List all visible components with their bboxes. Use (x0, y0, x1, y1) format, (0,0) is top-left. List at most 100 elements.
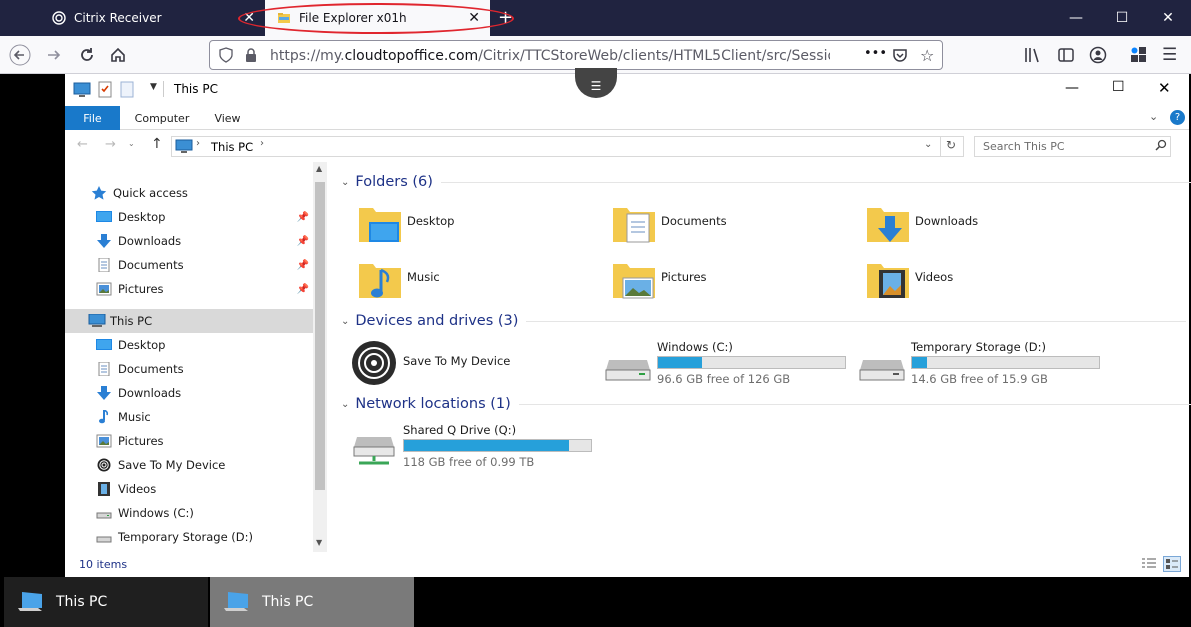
pin-icon[interactable]: 📌 (297, 236, 309, 247)
recent-locations-icon[interactable]: ⌄ (128, 139, 135, 148)
more-actions-icon[interactable]: ••• (864, 46, 887, 61)
menu-icon[interactable]: ☰ (1162, 45, 1177, 65)
sidebar-item-save-to-my-device[interactable]: Save To My Device (65, 453, 313, 477)
session-toolbar-handle[interactable]: ☰ (575, 68, 617, 98)
tab-file[interactable]: File (65, 106, 120, 130)
tiles-view-icon[interactable] (1163, 556, 1181, 572)
tab-computer[interactable]: Computer (127, 106, 197, 130)
shield-icon[interactable] (218, 47, 234, 67)
sidebar-item-pc-desktop[interactable]: Desktop (65, 333, 313, 357)
maximize-icon[interactable]: ☐ (1099, 0, 1145, 36)
folder-music[interactable]: Music (357, 256, 597, 302)
folder-pictures[interactable]: Pictures (611, 256, 851, 302)
sidebar-item-temporary-storage-d[interactable]: Temporary Storage (D:) (65, 525, 313, 549)
sidebar-icon[interactable] (1057, 46, 1075, 68)
close-icon[interactable]: ✕ (468, 10, 480, 26)
address-bar[interactable]: › This PC › ⌄ ↻ (171, 136, 964, 157)
sidebar-item-pc-downloads[interactable]: Downloads (65, 381, 313, 405)
reload-icon[interactable] (73, 42, 101, 68)
maximize-icon[interactable]: ☐ (1112, 79, 1125, 95)
folder-label: Pictures (661, 270, 707, 284)
library-icon[interactable] (1024, 46, 1042, 68)
sidebar-item-pc-videos[interactable]: Videos (65, 477, 313, 501)
chevron-down-icon[interactable]: ⌄ (924, 139, 932, 150)
scroll-up-icon[interactable]: ▲ (316, 164, 322, 173)
search-input[interactable]: Search This PC (974, 136, 1171, 157)
music-note-icon (96, 409, 112, 424)
back-icon[interactable] (6, 42, 34, 68)
forward-icon[interactable] (40, 42, 68, 68)
breadcrumb[interactable]: This PC (211, 140, 253, 154)
scroll-thumb[interactable] (315, 182, 325, 490)
group-folders-header[interactable]: ⌄ Folders (6) (341, 174, 1191, 190)
lock-icon[interactable] (244, 47, 258, 67)
computer-icon (16, 590, 44, 614)
pin-icon[interactable]: 📌 (297, 284, 309, 295)
tab-citrix-receiver[interactable]: Citrix Receiver ✕ (40, 0, 265, 36)
sidebar-scrollbar[interactable]: ▲ ▼ (313, 162, 327, 552)
sidebar-item-pc-pictures[interactable]: Pictures (65, 429, 313, 453)
details-view-icon[interactable] (1141, 557, 1157, 574)
minimize-icon[interactable]: — (1065, 80, 1079, 96)
sidebar-item-desktop[interactable]: Desktop 📌 (65, 205, 313, 229)
sidebar-item-downloads[interactable]: Downloads 📌 (65, 229, 313, 253)
title-divider (163, 81, 164, 97)
properties-icon[interactable] (97, 80, 113, 102)
pin-icon[interactable]: 📌 (297, 260, 309, 271)
new-tab-icon[interactable]: + (498, 7, 513, 28)
pin-icon[interactable]: 📌 (297, 212, 309, 223)
account-icon[interactable] (1089, 46, 1107, 68)
tab-view[interactable]: View (205, 106, 250, 130)
bookmark-star-icon[interactable]: ☆ (920, 46, 934, 65)
sidebar-item-pictures[interactable]: Pictures 📌 (65, 277, 313, 301)
chevron-right-icon[interactable]: › (260, 138, 264, 149)
device-label: Save To My Device (403, 354, 511, 368)
group-divider (526, 320, 1187, 322)
taskbar-item-this-pc-active[interactable]: This PC (210, 577, 414, 627)
forward-icon[interactable]: → (105, 137, 116, 152)
file-explorer-window: ▼ This PC ☰ — ☐ ✕ File Computer View ⌄ ?… (65, 68, 1191, 577)
scroll-down-icon[interactable]: ▼ (316, 538, 322, 547)
sidebar-item-label: Documents (118, 258, 184, 272)
sidebar-item-pc-documents[interactable]: Documents (65, 357, 313, 381)
chevron-right-icon: › (196, 138, 200, 149)
network-drive-icon (351, 433, 397, 470)
refresh-icon[interactable]: ↻ (946, 138, 956, 152)
folder-videos[interactable]: Videos (865, 256, 1105, 302)
folder-label: Desktop (407, 214, 455, 228)
pocket-icon[interactable] (892, 47, 908, 67)
drive-windows-c[interactable]: Windows (C:) 96.6 GB free of 126 GB (605, 340, 865, 390)
search-icon[interactable] (1155, 139, 1167, 154)
drive-shared-q[interactable]: Shared Q Drive (Q:) 118 GB free of 0.99 … (351, 423, 611, 473)
taskbar-item-this-pc[interactable]: This PC (4, 577, 208, 627)
folder-downloads[interactable]: Downloads (865, 200, 1105, 246)
url-bar[interactable]: https://my.cloudtopoffice.com/Citrix/TTC… (209, 40, 943, 70)
expand-ribbon-icon[interactable]: ⌄ (1149, 110, 1158, 123)
folder-documents[interactable]: Documents (611, 200, 851, 246)
close-window-icon[interactable]: ✕ (1145, 0, 1191, 36)
url-path: /Citrix/TTCStoreWeb/clients/HTML5Client/… (478, 48, 830, 64)
sidebar-item-quick-access[interactable]: Quick access (65, 181, 313, 205)
tab-file-explorer[interactable]: File Explorer x01h ✕ (265, 0, 490, 36)
folder-desktop[interactable]: Desktop (357, 200, 597, 246)
sidebar-item-windows-c[interactable]: Windows (C:) (65, 501, 313, 525)
close-icon[interactable]: ✕ (243, 10, 255, 26)
device-save-to-my-device[interactable]: Save To My Device (351, 340, 591, 386)
drive-temporary-storage-d[interactable]: Temporary Storage (D:) 14.6 GB free of 1… (859, 340, 1119, 390)
sidebar-item-documents[interactable]: Documents 📌 (65, 253, 313, 277)
extensions-icon[interactable] (1129, 45, 1149, 69)
taskbar-item-label: This PC (56, 594, 108, 610)
close-icon[interactable]: ✕ (1158, 79, 1171, 97)
new-folder-icon[interactable] (120, 80, 134, 102)
computer-icon[interactable] (73, 82, 91, 102)
sidebar-item-pc-music[interactable]: Music (65, 405, 313, 429)
up-icon[interactable]: ↑ (151, 136, 163, 152)
back-icon[interactable]: ← (77, 137, 88, 152)
chevron-down-icon[interactable]: ▼ (150, 82, 157, 92)
group-devices-header[interactable]: ⌄ Devices and drives (3) (341, 313, 1187, 329)
sidebar-item-this-pc[interactable]: This PC (65, 309, 313, 333)
home-icon[interactable] (104, 42, 132, 68)
group-network-header[interactable]: ⌄ Network locations (1) (341, 396, 1191, 412)
minimize-icon[interactable]: — (1053, 0, 1099, 36)
help-icon[interactable]: ? (1170, 110, 1185, 125)
